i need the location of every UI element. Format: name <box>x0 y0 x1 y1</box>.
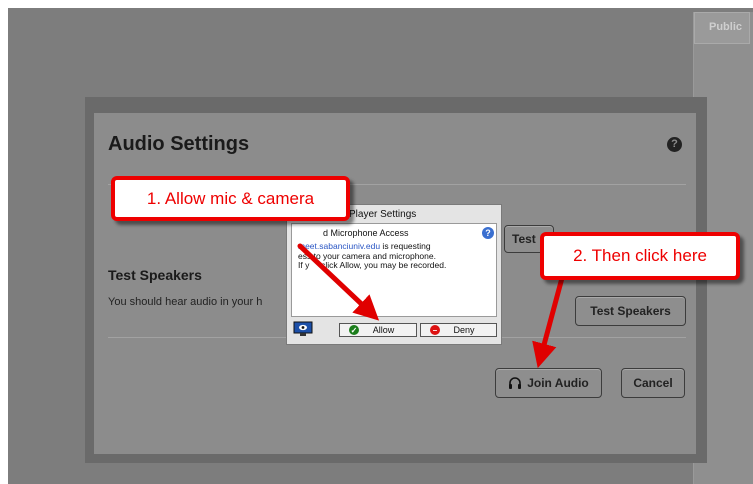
message-line-3: If y click Allow, you may be recorded. <box>298 260 447 270</box>
dialog-title: Audio Settings <box>108 133 250 155</box>
headset-icon <box>509 377 522 389</box>
allow-label: Allow <box>372 325 395 335</box>
test-speakers-heading: Test Speakers <box>108 267 202 283</box>
cancel-button[interactable]: Cancel <box>621 368 685 398</box>
flash-settings-content: d Microphone Access ? meet.sabanciuniv.e… <box>291 223 497 317</box>
checkmark-icon: ✓ <box>349 325 359 335</box>
flash-settings-message: meet.sabanciuniv.edu is requesting ess t… <box>298 241 494 271</box>
annotation-callout-1: 1. Allow mic & camera <box>111 176 350 221</box>
join-audio-label: Join Audio <box>527 376 589 390</box>
deny-button[interactable]: – Deny <box>420 323 497 337</box>
test-speakers-button[interactable]: Test Speakers <box>575 296 686 326</box>
info-icon[interactable]: ? <box>482 227 494 239</box>
requesting-domain: meet.sabanciuniv.edu <box>298 241 381 251</box>
message-line-1: is requesting <box>380 241 431 251</box>
deny-label: Deny <box>453 325 475 335</box>
join-audio-button[interactable]: Join Audio <box>495 368 602 398</box>
test-speakers-description: You should hear audio in your h <box>108 296 263 308</box>
annotation-callout-2: 2. Then click here <box>540 232 740 280</box>
screen: Public Audio Settings ? Test Test Speake… <box>0 0 753 484</box>
deny-icon: – <box>430 325 440 335</box>
tab-public[interactable]: Public <box>694 12 750 44</box>
flash-settings-title: Player Settings <box>349 209 417 220</box>
allow-button[interactable]: ✓ Allow <box>339 323 417 337</box>
monitor-settings-icon[interactable] <box>293 321 313 337</box>
help-icon[interactable]: ? <box>667 137 682 152</box>
flash-settings-heading: d Microphone Access <box>323 228 409 238</box>
flash-settings-dialog: Player Settings d Microphone Access ? me… <box>286 204 502 345</box>
